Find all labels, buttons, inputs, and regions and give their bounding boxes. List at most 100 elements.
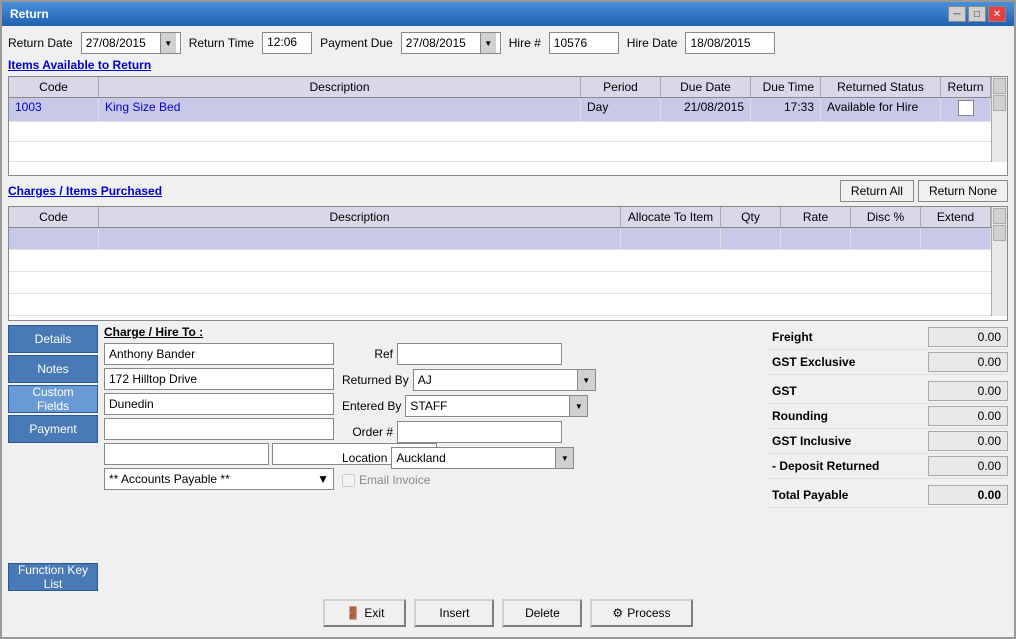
accounts-label: ** Accounts Payable **	[109, 472, 230, 486]
email-invoice-label[interactable]: Email Invoice	[342, 473, 430, 487]
restore-button[interactable]: □	[968, 6, 986, 22]
items-col-due-date: Due Date	[661, 77, 751, 97]
items-scrollbar[interactable]	[991, 77, 1007, 162]
customer-name-input[interactable]	[104, 343, 334, 365]
returned-by-input[interactable]	[414, 371, 577, 389]
bottom-area: Details Notes Custom Fields Payment Func…	[8, 325, 1008, 591]
charges-row-3	[9, 272, 991, 294]
entered-by-arrow[interactable]: ▼	[569, 396, 587, 416]
deposit-returned-value: 0.00	[928, 456, 1008, 476]
freight-row: Freight 0.00	[768, 325, 1008, 350]
hire-date-field: 18/08/2015	[685, 32, 775, 54]
entered-by-combo[interactable]: ▼	[405, 395, 588, 417]
charges-scrollbar[interactable]	[991, 207, 1007, 316]
hire-date-label: Hire Date	[627, 36, 678, 50]
payment-due-dropdown[interactable]: ▼	[480, 33, 496, 53]
items-table-header: Code Description Period Due Date Due Tim…	[9, 77, 991, 98]
gst-exclusive-row: GST Exclusive 0.00	[768, 350, 1008, 375]
item-due-date: 21/08/2015	[661, 98, 751, 121]
returned-by-row: Returned By ▼	[342, 369, 562, 391]
location-arrow[interactable]: ▼	[555, 448, 573, 468]
charges-col-allocate: Allocate To Item	[621, 207, 721, 227]
ref-row: Ref	[342, 343, 562, 365]
charges-section-header: Charges / Items Purchased	[8, 184, 162, 198]
delete-button[interactable]: Delete	[502, 599, 582, 627]
ref-label: Ref	[342, 347, 393, 361]
process-icon: ⚙	[612, 606, 623, 620]
entered-by-input[interactable]	[406, 397, 569, 415]
close-button[interactable]: ✕	[988, 6, 1006, 22]
location-input[interactable]	[392, 449, 555, 467]
return-all-button[interactable]: Return All	[840, 180, 914, 202]
deposit-returned-row: - Deposit Returned 0.00	[768, 454, 1008, 479]
address-part1-input[interactable]	[104, 443, 269, 465]
notes-button[interactable]: Notes	[8, 355, 98, 383]
gst-row: GST 0.00	[768, 379, 1008, 404]
exit-button[interactable]: 🚪 Exit	[323, 599, 406, 627]
location-row: Location ▼	[342, 447, 562, 469]
items-col-period: Period	[581, 77, 661, 97]
charge-disc-1	[851, 228, 921, 249]
return-date-input[interactable]	[86, 36, 158, 50]
returned-by-arrow[interactable]: ▼	[577, 370, 595, 390]
entered-by-label: Entered By	[342, 399, 401, 413]
accounts-dropdown[interactable]: ** Accounts Payable ** ▼	[104, 468, 334, 490]
order-num-input[interactable]	[397, 421, 562, 443]
items-section-header: Items Available to Return	[8, 58, 1008, 72]
address-fields: ** Accounts Payable ** ▼	[104, 343, 334, 490]
items-table-row[interactable]: 1003 King Size Bed Day 21/08/2015 17:33 …	[9, 98, 991, 122]
custom-fields-button[interactable]: Custom Fields	[8, 385, 98, 413]
email-invoice-text: Email Invoice	[359, 473, 430, 487]
rounding-label: Rounding	[768, 409, 828, 423]
ref-input[interactable]	[397, 343, 562, 365]
items-col-code: Code	[9, 77, 99, 97]
charges-col-disc: Disc %	[851, 207, 921, 227]
exit-label: Exit	[364, 606, 384, 620]
location-combo[interactable]: ▼	[391, 447, 574, 469]
address-line1-input[interactable]	[104, 368, 334, 390]
charges-row-2	[9, 250, 991, 272]
return-checkbox[interactable]	[958, 100, 974, 116]
payment-button[interactable]: Payment	[8, 415, 98, 443]
insert-button[interactable]: Insert	[414, 599, 494, 627]
items-table-row-empty-1	[9, 122, 991, 142]
details-button[interactable]: Details	[8, 325, 98, 353]
charges-row-1[interactable]	[9, 228, 991, 250]
address-line2-input[interactable]	[104, 393, 334, 415]
charges-col-rate: Rate	[781, 207, 851, 227]
charge-rate-1	[781, 228, 851, 249]
items-col-description: Description	[99, 77, 581, 97]
rounding-value: 0.00	[928, 406, 1008, 426]
charges-buttons: Return All Return None	[840, 180, 1008, 202]
address-block: ** Accounts Payable ** ▼ Ref Returned By	[104, 343, 762, 490]
item-return-checkbox[interactable]	[941, 98, 991, 121]
payment-due-input[interactable]	[406, 36, 478, 50]
payment-due-field[interactable]: ▼	[401, 32, 501, 54]
function-key-list-button[interactable]: Function Key List	[8, 563, 98, 591]
action-buttons-row: 🚪 Exit Insert Delete ⚙ Process	[8, 595, 1008, 631]
minimize-button[interactable]: ─	[948, 6, 966, 22]
total-payable-label: Total Payable	[768, 488, 848, 502]
gst-inclusive-value: 0.00	[928, 431, 1008, 451]
totals-panel: Freight 0.00 GST Exclusive 0.00 GST 0.00…	[768, 325, 1008, 591]
hire-num-label: Hire #	[509, 36, 541, 50]
return-date-field[interactable]: ▼	[81, 32, 181, 54]
email-invoice-checkbox[interactable]	[342, 474, 355, 487]
charges-table-container: Code Description Allocate To Item Qty Ra…	[8, 206, 1008, 321]
return-date-dropdown[interactable]: ▼	[160, 33, 176, 53]
item-status: Available for Hire	[821, 98, 941, 121]
return-none-button[interactable]: Return None	[918, 180, 1008, 202]
charge-allocate-1	[621, 228, 721, 249]
process-button[interactable]: ⚙ Process	[590, 599, 692, 627]
charges-col-description: Description	[99, 207, 621, 227]
accounts-arrow[interactable]: ▼	[317, 472, 329, 486]
header-row: Return Date ▼ Return Time 12:06 Payment …	[8, 32, 1008, 54]
right-fields: Ref Returned By ▼ Entered By	[342, 343, 562, 490]
return-time-label: Return Time	[189, 36, 254, 50]
charge-code-1	[9, 228, 99, 249]
return-time-field[interactable]: 12:06	[262, 32, 312, 54]
process-label: Process	[627, 606, 670, 620]
total-payable-row: Total Payable 0.00	[768, 483, 1008, 508]
returned-by-combo[interactable]: ▼	[413, 369, 596, 391]
address-line3-input[interactable]	[104, 418, 334, 440]
